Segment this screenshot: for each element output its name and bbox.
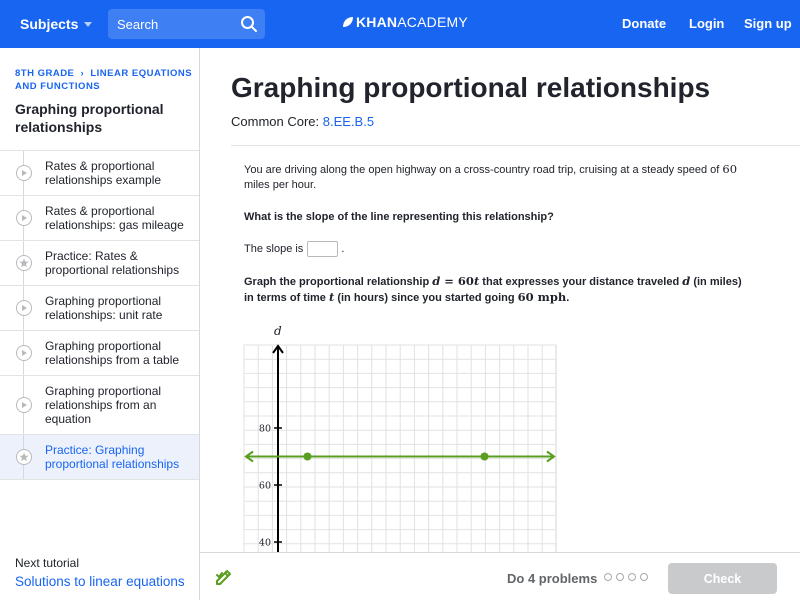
logo-text-rest: ACADEMY xyxy=(397,14,468,30)
khan-academy-logo[interactable]: KHAN ACADEMY xyxy=(342,14,468,30)
graph-instr-end: . xyxy=(566,292,570,304)
slope-answer-input[interactable] xyxy=(307,241,339,257)
problem-text: You are driving along the open highway o… xyxy=(244,164,723,176)
login-link[interactable]: Login xyxy=(689,16,724,31)
exercise-content: Graphing proportional relationships Comm… xyxy=(200,48,800,553)
divider xyxy=(231,145,800,146)
tutorial-sidebar: 8th grade › Linear equations and functio… xyxy=(0,48,200,600)
leaf-logo-icon xyxy=(343,17,353,27)
next-tutorial-label: Next tutorial xyxy=(15,556,80,570)
play-icon xyxy=(16,210,32,226)
search-box xyxy=(108,9,265,39)
graph-instr-text-d: (in hours) since you started going xyxy=(334,292,518,304)
y-tick-label: 40 xyxy=(259,538,271,549)
graph-instr-text-a: Graph the proportional relationship xyxy=(244,276,433,288)
check-button[interactable]: Check xyxy=(668,563,777,594)
top-navigation-bar: Subjects KHANACADEMY Donate Login Sign u… xyxy=(0,0,800,48)
common-core-label: Common Core: xyxy=(231,114,320,129)
donate-link[interactable]: Donate xyxy=(622,16,666,31)
y-axis-label: d xyxy=(274,324,282,338)
progress-dots xyxy=(604,573,652,581)
problem-count-text: Do 4 problems xyxy=(507,571,598,586)
y-tick-label: 80 xyxy=(259,424,271,435)
movable-point[interactable] xyxy=(480,452,489,461)
sidebar-item-label: Rates & proportional relationships examp… xyxy=(45,159,162,187)
sidebar-item-label: Practice: Rates & proportional relations… xyxy=(45,249,180,277)
problem-text-end: miles per hour. xyxy=(244,179,317,191)
progress-dot xyxy=(616,573,624,581)
progress-dot xyxy=(604,573,612,581)
sidebar-item[interactable]: Graphing proportional relationships: uni… xyxy=(0,286,199,331)
math-eq-rest: = 60 xyxy=(440,274,474,288)
sidebar-item[interactable]: Rates & proportional relationships: gas … xyxy=(0,196,199,241)
signup-link[interactable]: Sign up xyxy=(744,16,792,31)
breadcrumb: 8th grade › Linear equations and functio… xyxy=(15,67,195,93)
progress-dot xyxy=(640,573,648,581)
tutorial-item-list: Rates & proportional relationships examp… xyxy=(0,150,199,480)
exercise-footer: Do 4 problems Check xyxy=(200,552,800,600)
y-tick-label: 60 xyxy=(259,481,271,492)
chevron-right-icon: › xyxy=(80,68,85,79)
math-speed: 60 xyxy=(722,162,738,176)
chevron-down-icon xyxy=(84,21,93,27)
next-tutorial: Next tutorial Solutions to linear equati… xyxy=(15,556,195,591)
star-icon xyxy=(16,255,32,271)
breadcrumb-grade-link[interactable]: 8th grade xyxy=(15,68,74,79)
common-core-standard: Common Core: 8.EE.B.5 xyxy=(231,114,374,129)
problem-statement: You are driving along the open highway o… xyxy=(244,162,754,193)
slope-label: The slope is xyxy=(244,242,304,255)
logo-text-bold: KHAN xyxy=(356,14,398,30)
play-icon xyxy=(16,165,32,181)
sidebar-item[interactable]: Practice: Rates & proportional relations… xyxy=(0,241,199,286)
pencil-check-icon xyxy=(216,570,231,585)
slope-question: What is the slope of the line representi… xyxy=(244,211,554,223)
sidebar-item-label: Rates & proportional relationships: gas … xyxy=(45,204,184,232)
math-equation: d = 60t xyxy=(432,274,479,288)
play-icon xyxy=(16,397,32,413)
graph-instr-text-b: that expresses your distance traveled xyxy=(479,276,683,288)
sidebar-item[interactable]: Practice: Graphing proportional relation… xyxy=(0,435,199,480)
tutorial-title: Graphing proportional relationships xyxy=(15,101,164,135)
play-icon xyxy=(16,345,32,361)
math-speed-unit: 60 mph xyxy=(517,290,567,304)
subjects-label: Subjects xyxy=(20,16,79,32)
sidebar-item-label: Graphing proportional relationships from… xyxy=(45,339,180,367)
search-input[interactable] xyxy=(117,16,232,32)
next-tutorial-link[interactable]: Solutions to linear equations xyxy=(15,573,195,591)
search-icon[interactable] xyxy=(240,15,258,33)
sidebar-item[interactable]: Graphing proportional relationships from… xyxy=(0,376,199,435)
sidebar-item-label: Graphing proportional relationships: uni… xyxy=(45,294,163,322)
sidebar-item[interactable]: Rates & proportional relationships examp… xyxy=(0,151,199,196)
sidebar-item-label: Practice: Graphing proportional relation… xyxy=(45,443,180,471)
movable-point[interactable] xyxy=(303,452,312,461)
progress-dot xyxy=(628,573,636,581)
interactive-graph[interactable]: d 80 60 40 xyxy=(240,323,560,553)
sidebar-item-label: Graphing proportional relationships from… xyxy=(45,384,162,426)
play-icon xyxy=(16,300,32,316)
slope-period: . xyxy=(341,242,345,255)
common-core-link[interactable]: 8.EE.B.5 xyxy=(323,114,374,129)
slope-answer-row: The slope is . xyxy=(244,241,754,257)
sidebar-item[interactable]: Graphing proportional relationships from… xyxy=(0,331,199,376)
star-icon xyxy=(16,449,32,465)
subjects-menu-button[interactable]: Subjects xyxy=(20,0,93,48)
page-title: Graphing proportional relationships xyxy=(231,72,711,103)
graph-instructions: Graph the proportional relationship d = … xyxy=(244,274,754,306)
